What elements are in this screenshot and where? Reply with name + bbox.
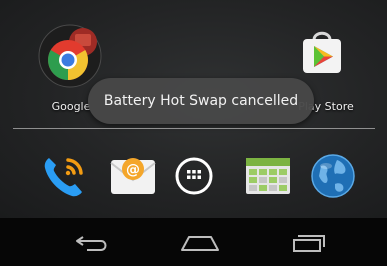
play-store-app-shortcut[interactable]: Play Store [298,26,354,113]
dock-item-browser[interactable] [305,148,361,204]
play-store-icon [303,31,341,73]
home-button[interactable] [172,226,228,258]
dock-divider [13,128,375,129]
app-drawer-icon [175,157,213,195]
back-icon [76,236,107,251]
recent-apps-icon [293,235,325,252]
calendar-grid-icon [246,158,290,194]
google-app-shortcut[interactable]: Google [38,20,104,113]
browser-globe-icon [311,154,355,198]
home-screen: Google Play Store Battery Hot Swap cance… [0,0,387,218]
dock-item-calendar[interactable] [240,148,296,204]
back-button[interactable] [65,226,121,258]
dock-item-phone[interactable] [37,148,93,204]
phone-icon [44,158,83,197]
dock-item-app-drawer[interactable] [166,148,222,204]
toast-message: Battery Hot Swap cancelled [88,78,314,124]
home-icon [181,236,219,251]
email-icon: @ [110,158,156,194]
dock-item-email[interactable]: @ [105,148,161,204]
svg-text:@: @ [126,162,140,178]
navigation-bar [0,218,387,266]
dock: @ [0,138,387,212]
recent-apps-button[interactable] [280,226,336,258]
google-chrome-folder-icon [38,24,102,88]
